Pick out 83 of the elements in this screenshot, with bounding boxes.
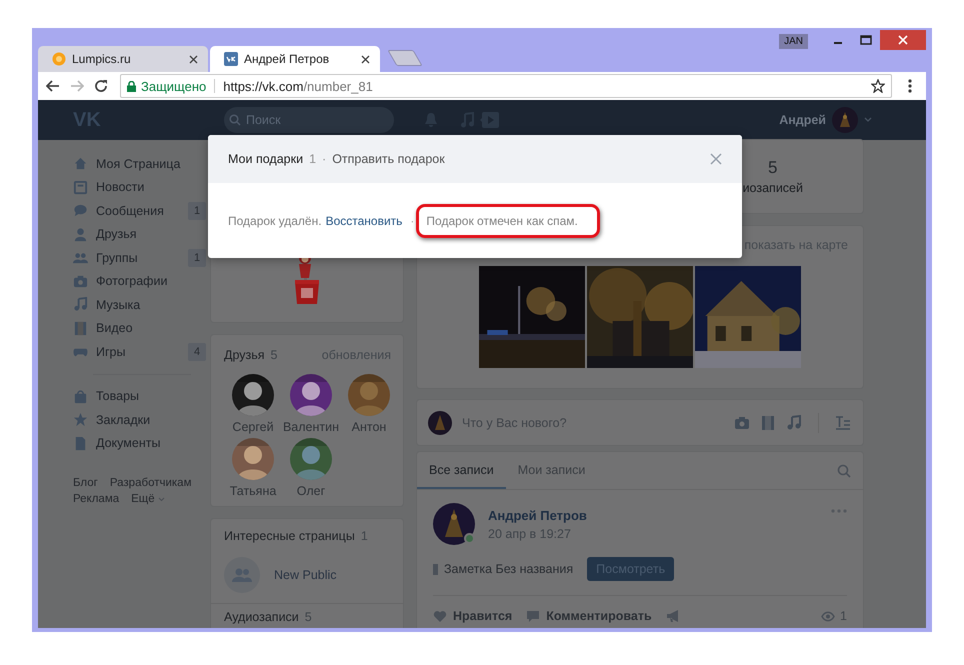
- sidebar-item[interactable]: Товары: [73, 384, 211, 408]
- reload-icon: [94, 79, 108, 93]
- bag-icon: [73, 388, 88, 404]
- text-format-icon[interactable]: [835, 414, 851, 430]
- tab-title: Андрей Петров: [244, 52, 330, 66]
- sidebar-item[interactable]: Моя Страница: [73, 152, 211, 176]
- music-note-icon[interactable]: [786, 414, 802, 430]
- camera-icon[interactable]: [734, 414, 750, 430]
- forward-arrow-icon: [70, 80, 84, 92]
- speech-bubble-icon: [73, 203, 88, 218]
- search-icon: [229, 114, 241, 126]
- address-bar[interactable]: Защищено https://vk.com/number_81: [120, 74, 892, 98]
- card-title[interactable]: Интересные страницы: [224, 529, 355, 543]
- back-arrow-icon: [46, 80, 60, 92]
- caret-icon: [158, 496, 165, 502]
- wall-tab[interactable]: Все записи: [417, 452, 506, 489]
- close-icon[interactable]: [361, 54, 370, 64]
- author-name[interactable]: Андрей Петров: [488, 508, 587, 522]
- footer-link[interactable]: Реклама: [73, 493, 120, 505]
- close-button[interactable]: [880, 30, 926, 50]
- sidebar-item[interactable]: Фотографии: [73, 270, 211, 293]
- camera-icon: [73, 274, 88, 289]
- spam-note: Подарок отмечен как спам.: [426, 214, 578, 228]
- gift-count: 1: [309, 152, 316, 166]
- newspaper-icon: [73, 180, 88, 195]
- minimize-icon: [834, 42, 842, 44]
- heart-icon: [433, 610, 447, 622]
- footer-link[interactable]: Разработчикам: [110, 477, 192, 489]
- sidebar-item[interactable]: Видео: [73, 316, 211, 340]
- dialog-title: Мои подарки: [228, 152, 304, 166]
- note-icon: [433, 564, 438, 574]
- star-icon: [73, 412, 88, 428]
- separator-dot: ·: [410, 214, 414, 228]
- stat-label[interactable]: иозаписей: [742, 181, 803, 195]
- friend-name[interactable]: Олег: [296, 484, 326, 498]
- user-name[interactable]: Андрей: [779, 113, 826, 127]
- deleted-message: Подарок удалён.: [228, 214, 322, 228]
- page-name[interactable]: New Public: [274, 568, 337, 582]
- footer-link[interactable]: Блог: [73, 477, 98, 489]
- profile-badge[interactable]: JAN: [779, 34, 808, 49]
- wall-tab[interactable]: Мои записи: [506, 452, 598, 489]
- footer-link[interactable]: Ещё: [131, 493, 165, 505]
- like-button[interactable]: Нравится: [433, 609, 512, 623]
- film-icon: [73, 320, 88, 336]
- maximize-icon: [860, 35, 872, 45]
- friend-name[interactable]: Валентин: [282, 420, 340, 434]
- megaphone-icon[interactable]: [666, 610, 680, 622]
- friend-name[interactable]: Сергей: [232, 420, 274, 434]
- card-title[interactable]: Аудиозаписи: [224, 610, 299, 624]
- caret-icon[interactable]: [864, 117, 872, 123]
- close-icon: [898, 35, 908, 45]
- document-icon: [73, 436, 88, 451]
- sidebar-item[interactable]: Закладки: [73, 408, 211, 432]
- send-gift-link[interactable]: Отправить подарок: [332, 152, 445, 166]
- card-title[interactable]: Друзья: [224, 348, 265, 362]
- comment-button[interactable]: Комментировать: [526, 609, 652, 623]
- sidebar-item[interactable]: Музыка: [73, 293, 211, 316]
- community-icon: [224, 557, 260, 593]
- browser-tab[interactable]: Lumpics.ru: [38, 46, 208, 72]
- sidebar-item[interactable]: Новости: [73, 176, 211, 199]
- security-label: Защищено: [141, 78, 206, 94]
- person-icon: [73, 226, 88, 242]
- speech-bubble-icon: [526, 610, 540, 622]
- film-icon[interactable]: [760, 414, 776, 430]
- friend-name[interactable]: Татьяна: [230, 484, 276, 498]
- search-icon[interactable]: [837, 464, 851, 478]
- home-icon: [73, 156, 88, 172]
- tab-title: Lumpics.ru: [72, 52, 132, 66]
- vk-icon: [224, 52, 238, 66]
- sidebar-item[interactable]: Документы: [73, 432, 211, 455]
- star-icon[interactable]: [871, 79, 885, 93]
- url-text: https://vk.com/number_81: [223, 78, 373, 94]
- friend-name[interactable]: Антон: [352, 420, 386, 434]
- browser-tab[interactable]: Андрей Петров: [210, 46, 380, 72]
- stat-value[interactable]: 5: [768, 158, 778, 178]
- separator-dot: ·: [322, 152, 326, 166]
- restore-link[interactable]: Восстановить: [326, 214, 402, 228]
- music-note-icon: [73, 297, 88, 312]
- lock-icon: [127, 80, 136, 92]
- note-title: Заметка Без названия: [444, 562, 574, 576]
- eye-icon: [821, 610, 836, 622]
- sidebar-item[interactable]: Друзья: [73, 222, 211, 246]
- close-icon[interactable]: [189, 54, 198, 64]
